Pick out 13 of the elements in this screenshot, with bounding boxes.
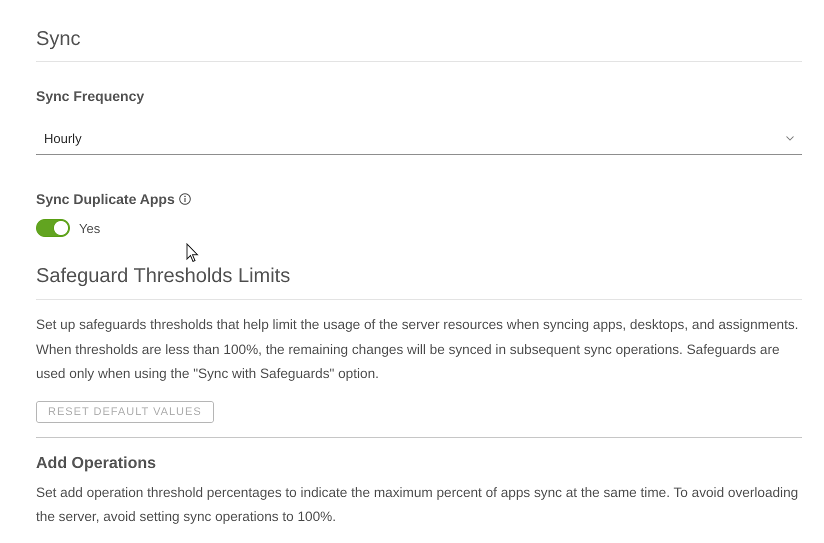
subsection-title: Add Operations — [36, 454, 158, 474]
description-text: Set add operation threshold percentages to indicate the maximum percent of apps sync at the same time. To avoid overloading the server, avoid setting sync operations to 100%. — [36, 484, 800, 526]
chevron-down-icon — [786, 136, 794, 141]
pointer-icon — [186, 243, 199, 263]
info-icon[interactable] — [178, 193, 191, 205]
frequency-dropdown[interactable]: Hourly — [36, 123, 802, 155]
field-label: Sync Frequency — [36, 87, 144, 105]
section-title: Safeguard Thresholds Limits — [36, 264, 292, 289]
toggle-label: Yes — [79, 220, 100, 236]
field-label: Sync Duplicate Apps — [36, 190, 175, 208]
toggle-switch[interactable] — [36, 219, 70, 237]
description-text: Set up safeguards thresholds that help limit the usage of the server resources when syncing apps, desktops, and assignments. When thresholds are less than 100%, the remaining changes will be synced in subsequent sync operations. Safeguards are used only when using the "Sync with Safeguards" option. — [36, 316, 800, 383]
section-title: Sync — [36, 27, 82, 52]
